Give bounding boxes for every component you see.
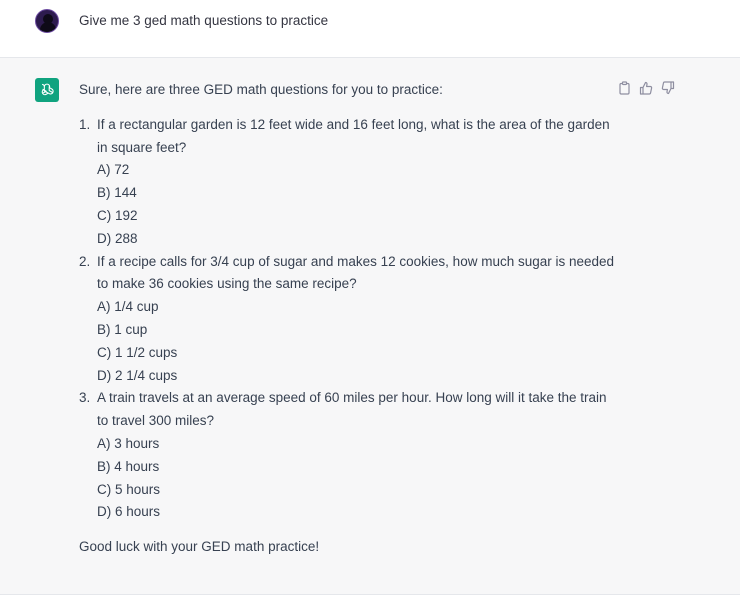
thumbs-up-icon[interactable] <box>639 81 653 95</box>
user-message-text: Give me 3 ged math questions to practice <box>79 13 329 28</box>
assistant-intro: Sure, here are three GED math questions … <box>79 82 443 97</box>
answer-option: D) 6 hours <box>97 504 161 520</box>
answer-option: D) 2 1/4 cups <box>97 367 178 383</box>
clipboard-icon[interactable] <box>617 81 631 95</box>
answer-option: B) 1 cup <box>97 321 148 337</box>
answer-option: A) 3 hours <box>97 435 160 451</box>
openai-logo-icon <box>35 78 59 102</box>
answer-option: A) 72 <box>97 162 130 178</box>
answer-option: A) 1/4 cup <box>97 299 159 315</box>
user-message-row: Give me 3 ged math questions to practice <box>0 0 740 58</box>
assistant-message-content: Sure, here are three GED math questions … <box>79 79 619 559</box>
answer-option: C) 5 hours <box>97 481 161 497</box>
question-list: 1. If a rectangular garden is 12 feet wi… <box>79 114 619 524</box>
thumbs-down-icon[interactable] <box>661 81 675 95</box>
user-avatar-icon <box>35 9 59 33</box>
question-number: 2. <box>79 253 91 269</box>
assistant-message-row: Sure, here are three GED math questions … <box>0 58 740 595</box>
message-actions <box>617 81 675 95</box>
question-number: 3. <box>79 390 91 406</box>
answer-option: C) 192 <box>97 207 138 223</box>
question-text: A train travels at an average speed of 6… <box>97 390 607 429</box>
list-item: 2. If a recipe calls for 3/4 cup of suga… <box>79 251 619 388</box>
question-text: If a recipe calls for 3/4 cup of sugar a… <box>97 253 615 292</box>
answer-option: C) 1 1/2 cups <box>97 344 178 360</box>
list-item: 3. A train travels at an average speed o… <box>79 387 619 524</box>
answer-option: B) 4 hours <box>97 458 160 474</box>
assistant-outro: Good luck with your GED math practice! <box>79 539 320 555</box>
answer-option: B) 144 <box>97 185 137 201</box>
question-number: 1. <box>79 116 91 132</box>
answer-option: D) 288 <box>97 230 138 246</box>
question-text: If a rectangular garden is 12 feet wide … <box>97 116 610 155</box>
list-item: 1. If a rectangular garden is 12 feet wi… <box>79 114 619 251</box>
